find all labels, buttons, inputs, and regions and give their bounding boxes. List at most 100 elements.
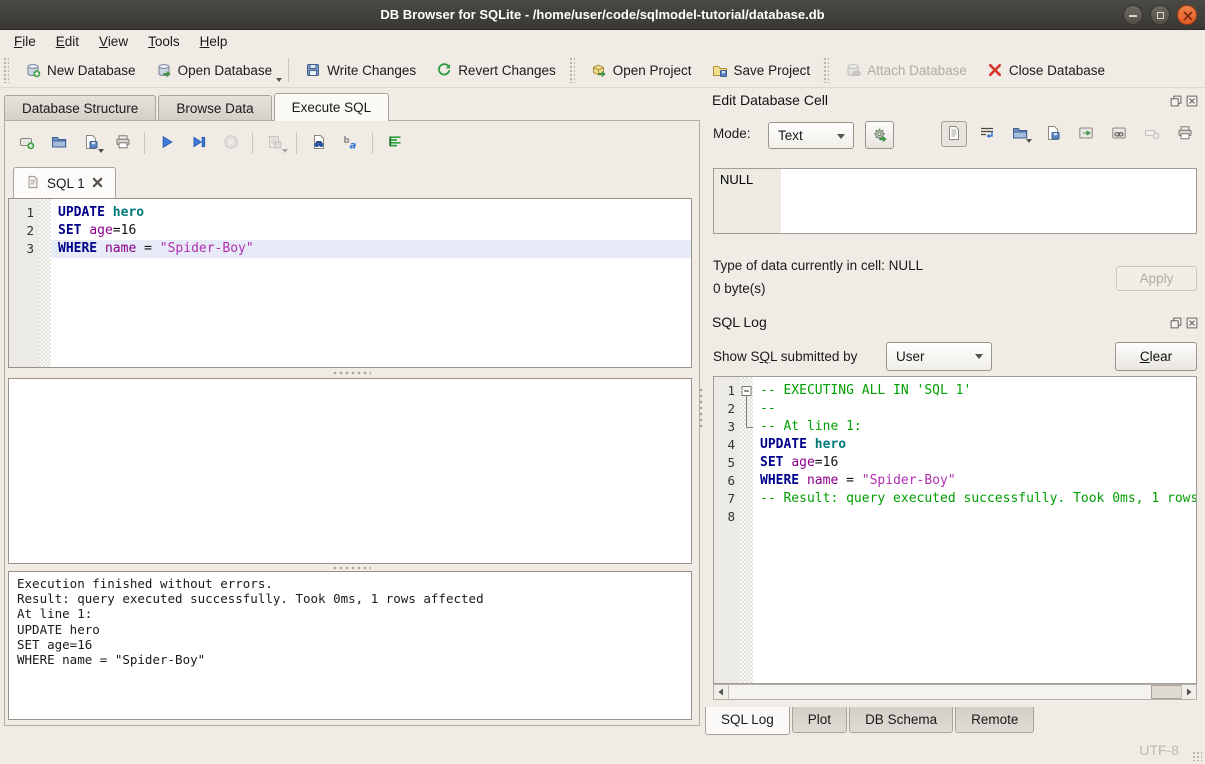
- write-changes-button[interactable]: Write Changes: [295, 55, 426, 85]
- tab-sql-1[interactable]: SQL 1: [13, 167, 116, 198]
- apply-button[interactable]: Apply: [1116, 266, 1197, 291]
- print-sql-button[interactable]: [109, 130, 136, 156]
- format-sql-button[interactable]: [381, 130, 408, 156]
- menubar: FileEditViewToolsHelp: [0, 30, 1205, 53]
- open-project-button[interactable]: Open Project: [581, 55, 702, 85]
- log-filter-select[interactable]: User: [886, 342, 992, 371]
- splitter-editor-results[interactable]: [5, 370, 699, 376]
- titlebar[interactable]: DB Browser for SQLite - /home/user/code/…: [0, 0, 1205, 30]
- mode-select[interactable]: Text: [768, 122, 854, 149]
- mode-value: Text: [778, 128, 803, 143]
- close-window-button[interactable]: [1177, 5, 1197, 25]
- menu-view[interactable]: View: [89, 32, 138, 51]
- tab-database-structure[interactable]: Database Structure: [4, 95, 156, 121]
- close-tab-icon[interactable]: [92, 176, 103, 191]
- line-number: 1: [9, 204, 39, 222]
- revert-changes-label: Revert Changes: [458, 63, 556, 78]
- replace-button[interactable]: ba: [337, 130, 364, 156]
- minimize-button[interactable]: [1123, 5, 1143, 25]
- dock-tab-sql-log[interactable]: SQL Log: [705, 707, 790, 735]
- maximize-button[interactable]: [1150, 5, 1170, 25]
- cell-type-info: Type of data currently in cell: NULL: [713, 258, 923, 273]
- toolbar-separator: [296, 132, 297, 154]
- text-mode-button[interactable]: [941, 121, 967, 147]
- import-data-button[interactable]: [1007, 121, 1033, 147]
- menu-file[interactable]: File: [4, 32, 46, 51]
- apply-data-button[interactable]: [1073, 121, 1099, 147]
- menu-edit[interactable]: Edit: [46, 32, 89, 51]
- dock-splitter[interactable]: [698, 388, 704, 428]
- sql-log-view[interactable]: 12345678-- EXECUTING ALL IN 'SQL 1'---- …: [713, 376, 1197, 684]
- stop-execution-button: [217, 130, 244, 156]
- edit-cell-panel-title: Edit Database Cell: [712, 92, 828, 108]
- code-line: UPDATE hero: [51, 204, 691, 222]
- message-line: Result: query executed successfully. Too…: [17, 591, 683, 606]
- play-icon: [159, 134, 175, 153]
- new-database-label: New Database: [47, 63, 136, 78]
- doc-text-icon: [946, 125, 962, 144]
- cell-editor-value[interactable]: [781, 169, 1196, 233]
- fold-marker-icon[interactable]: [740, 400, 753, 418]
- open-in-browser-button[interactable]: [1106, 121, 1132, 147]
- toolbar-grip[interactable]: [569, 57, 575, 83]
- toolbar-separator: [144, 132, 145, 154]
- scroll-right-arrow[interactable]: [1181, 685, 1196, 699]
- log-horizontal-scrollbar[interactable]: [713, 684, 1197, 700]
- results-grid[interactable]: [8, 378, 692, 564]
- auto-switch-mode-button[interactable]: [865, 121, 894, 149]
- export-data-button[interactable]: [1040, 121, 1066, 147]
- scroll-left-arrow[interactable]: [714, 685, 729, 699]
- dock-tab-plot[interactable]: Plot: [792, 707, 847, 733]
- open-sql-file-button[interactable]: [45, 130, 72, 156]
- toolbar-grip[interactable]: [3, 57, 9, 83]
- code-area: -- EXECUTING ALL IN 'SQL 1'---- At line …: [753, 377, 1196, 683]
- save-sql-file-button[interactable]: [77, 130, 104, 156]
- open-database-button[interactable]: Open Database: [146, 55, 283, 85]
- toolbar-grip[interactable]: [823, 57, 829, 83]
- revert-changes-button[interactable]: Revert Changes: [426, 55, 566, 85]
- printer-icon: [115, 134, 131, 153]
- execution-message-area[interactable]: Execution finished without errors.Result…: [8, 571, 692, 720]
- sql-editor[interactable]: 123UPDATE heroSET age=16WHERE name = "Sp…: [8, 198, 692, 368]
- fold-marker-icon[interactable]: [740, 382, 753, 400]
- sql-log-panel-controls: [1170, 317, 1198, 329]
- new-sql-tab-button[interactable]: [13, 130, 40, 156]
- line-number: 2: [714, 400, 740, 418]
- code-line: SET age=16: [753, 454, 1196, 472]
- tab-execute-sql[interactable]: Execute SQL: [274, 93, 390, 121]
- find-button[interactable]: [305, 130, 332, 156]
- execute-current-line-button[interactable]: [185, 130, 212, 156]
- db-attach-icon: [845, 62, 861, 78]
- save-project-button[interactable]: Save Project: [702, 55, 821, 85]
- cell-editor[interactable]: NULL: [713, 168, 1197, 234]
- code-line: [753, 508, 1196, 526]
- open-database-label: Open Database: [178, 63, 273, 78]
- close-database-button[interactable]: Close Database: [977, 55, 1115, 85]
- code-line: -- EXECUTING ALL IN 'SQL 1': [753, 382, 1196, 400]
- new-database-button[interactable]: New Database: [15, 55, 146, 85]
- line-number: 5: [714, 454, 740, 472]
- float-panel-icon[interactable]: [1170, 317, 1182, 329]
- dock-tab-bar: SQL LogPlotDB SchemaRemote: [705, 707, 1036, 736]
- main-tab-widget: Database StructureBrowse DataExecute SQL…: [4, 93, 700, 726]
- open-file-icon: [51, 134, 67, 153]
- float-panel-icon[interactable]: [1170, 95, 1182, 107]
- fold-marker-icon[interactable]: [740, 418, 753, 436]
- message-line: At line 1:: [17, 606, 683, 621]
- print-cell-button[interactable]: [1172, 121, 1198, 147]
- dock-tab-remote[interactable]: Remote: [955, 707, 1034, 733]
- close-panel-icon[interactable]: [1186, 95, 1198, 107]
- window-title: DB Browser for SQLite - /home/user/code/…: [0, 0, 1205, 30]
- execute-all-button[interactable]: [153, 130, 180, 156]
- resize-grip[interactable]: [1192, 751, 1202, 761]
- menu-help[interactable]: Help: [190, 32, 238, 51]
- close-panel-icon[interactable]: [1186, 317, 1198, 329]
- message-line: UPDATE hero: [17, 622, 683, 637]
- line-number: 6: [714, 472, 740, 490]
- menu-tools[interactable]: Tools: [138, 32, 190, 51]
- chevron-down-icon: [975, 354, 983, 359]
- clear-log-button[interactable]: Clear: [1115, 342, 1197, 371]
- word-wrap-button[interactable]: [974, 121, 1000, 147]
- dock-tab-db-schema[interactable]: DB Schema: [849, 707, 953, 733]
- tab-browse-data[interactable]: Browse Data: [158, 95, 271, 121]
